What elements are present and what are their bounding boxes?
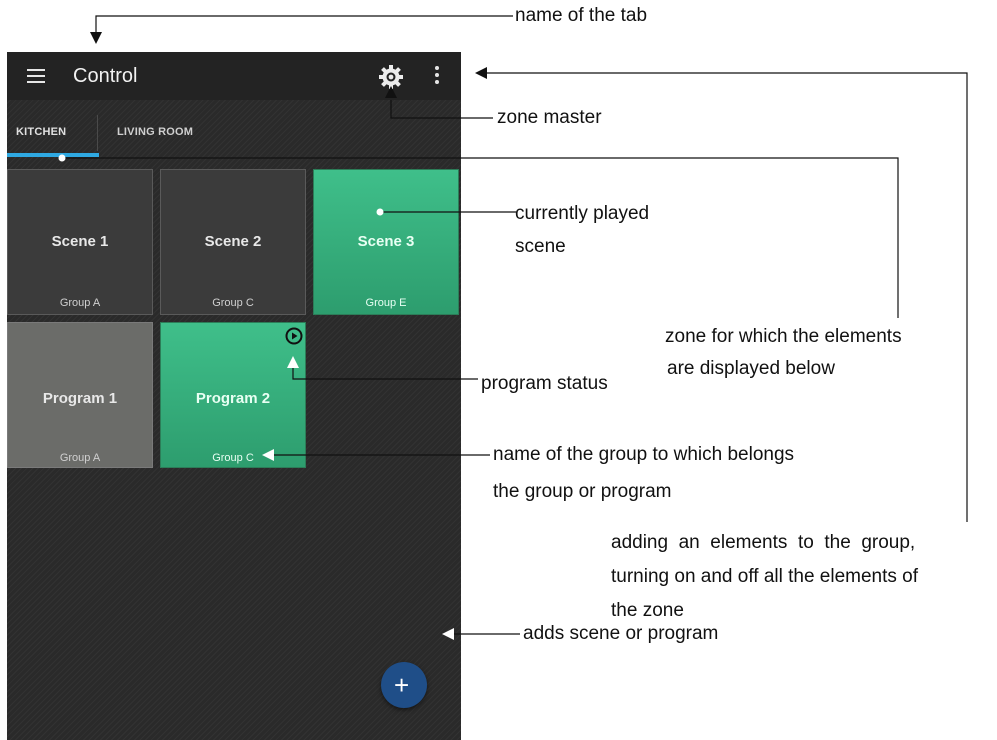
annotation-group-name-line2: the group or program: [493, 481, 672, 502]
annotation-zone-line1: zone for which the elements: [665, 326, 902, 347]
annotation-current-scene-line1: currently played: [515, 203, 650, 224]
annotation-zone-master: zone master: [497, 107, 602, 128]
annotation-group-name-line1: name of the group to which belongs: [493, 444, 795, 465]
annotation-program-status: program status: [481, 373, 608, 394]
annotation-menu-line1: adding an elements to the group,: [611, 532, 916, 553]
annotation-menu-line2: turning on and off all the elements of: [611, 566, 919, 587]
annotation-zone-line2: are displayed below: [667, 358, 835, 379]
annotation-current-scene-line2: scene: [515, 236, 566, 257]
annotation-fab: adds scene or program: [523, 623, 719, 644]
annotation-tab-name: name of the tab: [515, 5, 648, 26]
